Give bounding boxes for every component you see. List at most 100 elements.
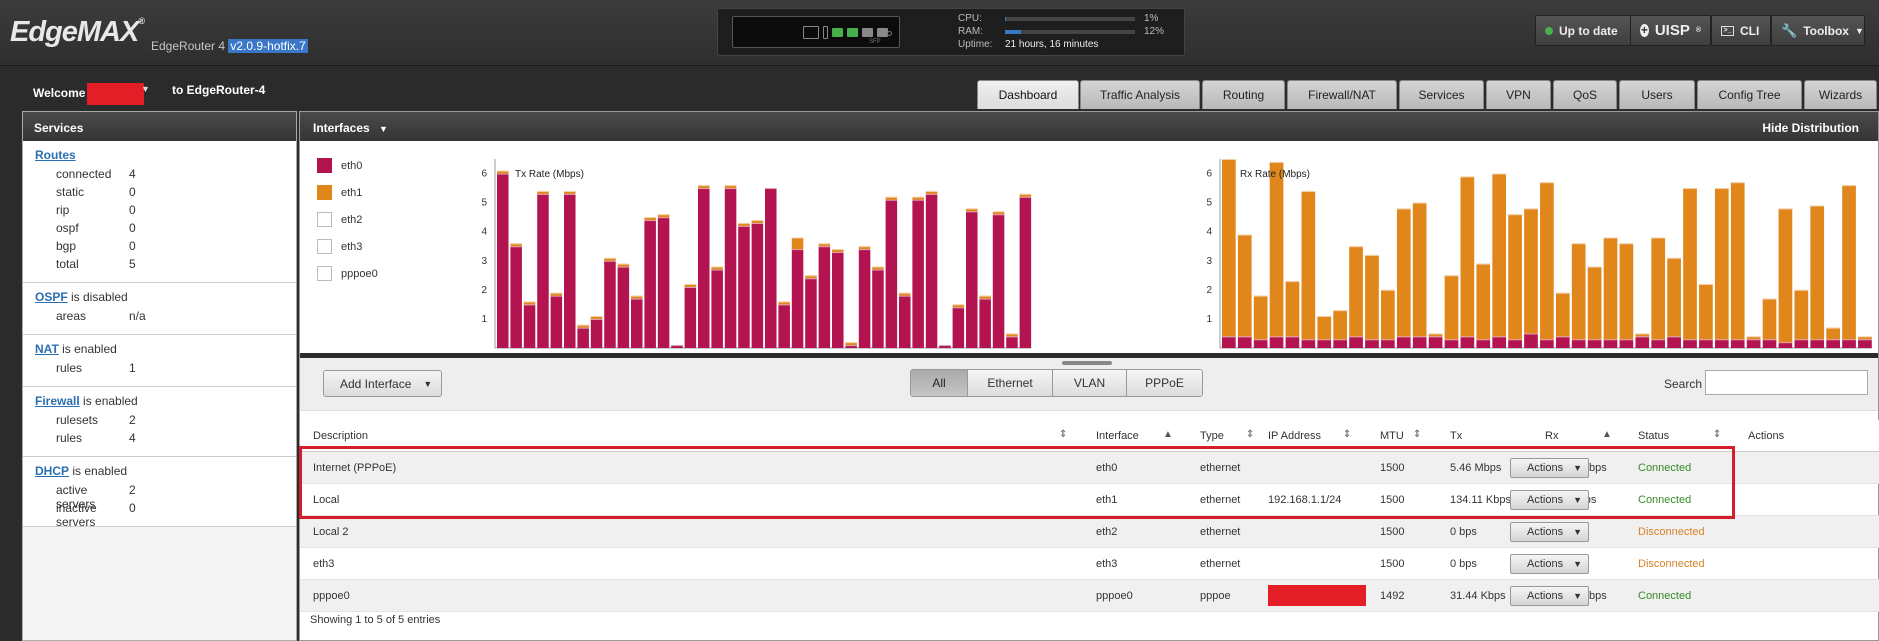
y-tick-label: 5	[481, 198, 487, 209]
column-tx[interactable]: Tx	[1450, 430, 1462, 442]
chevron-down-icon[interactable]: ▼	[379, 124, 388, 134]
bar-top-edge	[1237, 234, 1252, 236]
bar-top-edge	[1333, 339, 1347, 341]
tab-routing[interactable]: Routing	[1202, 80, 1285, 109]
column-interface[interactable]: Interface	[1096, 430, 1139, 442]
filter-ethernet[interactable]: Ethernet	[968, 370, 1053, 396]
bar-top-edge	[711, 269, 723, 271]
sort-icon[interactable]: ⇕	[1713, 429, 1721, 440]
actions-button[interactable]: Actions ▼	[1510, 458, 1589, 478]
actions-button[interactable]: Actions ▼	[1510, 554, 1589, 574]
sidebar-row: rip 0	[56, 203, 136, 217]
bar-eth0	[778, 304, 790, 348]
tab-firewall-nat[interactable]: Firewall/NAT	[1287, 80, 1397, 109]
edgemax-logo[interactable]: EdgeMAX®	[10, 16, 145, 49]
bar-eth0	[1540, 339, 1554, 348]
uisp-button[interactable]: + UISP ®	[1630, 15, 1711, 46]
tab-qos[interactable]: QoS	[1553, 80, 1617, 109]
tab-vpn[interactable]: VPN	[1486, 80, 1551, 109]
nat-link[interactable]: NAT	[35, 342, 59, 356]
bar-eth0	[832, 252, 844, 348]
bar-top-edge	[1019, 193, 1032, 195]
tab-traffic-analysis[interactable]: Traffic Analysis	[1080, 80, 1200, 109]
bar-top-edge	[1476, 263, 1491, 265]
ospf-link[interactable]: OSPF	[35, 290, 68, 304]
sort-asc-icon[interactable]: ▲	[1602, 429, 1612, 440]
column-description[interactable]: Description	[313, 430, 368, 442]
sort-icon[interactable]: ⇕	[1343, 429, 1351, 440]
y-tick-label: 3	[481, 256, 487, 267]
bar-top-edge	[644, 217, 656, 219]
welcome-device: to EdgeRouter-4	[172, 83, 266, 97]
bar-eth0	[590, 318, 603, 348]
bar-eth0	[899, 295, 911, 348]
bar-eth0	[577, 327, 589, 348]
bar-top-edge	[966, 208, 978, 210]
cell-status: Connected	[1638, 590, 1692, 602]
up-to-date-button[interactable]: Up to date	[1535, 15, 1641, 46]
wrench-icon: 🔧	[1781, 22, 1798, 38]
sort-icon[interactable]: ⇕	[1246, 429, 1254, 440]
legend-item-eth0[interactable]: eth0	[317, 158, 362, 173]
interfaces-title[interactable]: Interfaces	[313, 121, 370, 135]
sort-icon[interactable]: ⇕	[1059, 429, 1067, 440]
bar-eth1	[1269, 161, 1284, 337]
table-row[interactable]: Local 2eth2ethernet15000 bps0 bpsDisconn…	[300, 516, 1879, 548]
column-type[interactable]: Type	[1200, 430, 1224, 442]
actions-button[interactable]: Actions ▼	[1510, 522, 1589, 542]
legend-item-eth1[interactable]: eth1	[317, 185, 362, 200]
sidebar-row: total 5	[56, 257, 136, 271]
usb-port-icon	[823, 26, 828, 39]
bar-top-edge	[1667, 336, 1681, 338]
table-row[interactable]: Internet (PPPoE) eth0 ethernet 1500 5.46 Mbp…	[300, 452, 1879, 484]
dhcp-link[interactable]: DHCP	[35, 464, 69, 478]
filter-pppoe[interactable]: PPPoE	[1127, 370, 1202, 396]
bar-top-edge	[952, 307, 965, 309]
bar-top-edge	[1794, 289, 1809, 291]
actions-button[interactable]: Actions ▼	[1510, 586, 1589, 606]
cli-button[interactable]: >_ CLI	[1711, 15, 1771, 46]
bar-top-edge	[1587, 339, 1602, 341]
bar-top-edge	[1396, 208, 1411, 210]
hide-distribution-link[interactable]: Hide Distribution	[1762, 121, 1859, 135]
chart-resize-handle[interactable]	[1062, 361, 1112, 365]
legend-item-pppoe0[interactable]: pppoe0	[317, 266, 378, 281]
column-ip-address[interactable]: IP Address	[1268, 430, 1321, 442]
search-input[interactable]	[1705, 370, 1868, 395]
add-interface-button[interactable]: Add Interface ▼	[323, 370, 442, 397]
bar-eth1	[1508, 214, 1522, 340]
tab-services[interactable]: Services	[1399, 80, 1484, 109]
tab-dashboard[interactable]: Dashboard	[977, 80, 1079, 109]
bar-eth0	[818, 246, 831, 348]
routes-link[interactable]: Routes	[35, 148, 76, 162]
firewall-link[interactable]: Firewall	[35, 394, 80, 408]
table-row[interactable]: eth3eth3ethernet15000 bps0 bpsDisconnect…	[300, 548, 1879, 580]
bar-top-edge	[1349, 336, 1363, 338]
sidebar-row: rules 4	[56, 431, 136, 445]
tab-config-tree[interactable]: Config Tree	[1697, 80, 1802, 109]
tab-users[interactable]: Users	[1619, 80, 1695, 109]
sort-asc-icon[interactable]: ▲	[1163, 429, 1173, 440]
legend-item-eth2[interactable]: eth2	[317, 212, 362, 227]
bar-top-edge	[684, 284, 697, 286]
user-menu-chevron-icon[interactable]: ▼	[141, 84, 150, 94]
bar-eth0	[1349, 336, 1363, 348]
column-mtu[interactable]: MTU	[1380, 430, 1404, 442]
column-rx[interactable]: Rx	[1545, 430, 1558, 442]
toolbox-button[interactable]: 🔧 Toolbox ▼	[1771, 15, 1865, 46]
filter-vlan[interactable]: VLAN	[1053, 370, 1127, 396]
bar-eth0	[510, 246, 522, 348]
actions-button[interactable]: Actions ▼	[1510, 490, 1589, 510]
legend-item-eth3[interactable]: eth3	[317, 239, 362, 254]
bar-top-edge	[765, 188, 777, 190]
bar-eth0	[1492, 336, 1507, 348]
table-row[interactable]: Local eth1 ethernet 192.168.1.1/24 1500 134.1…	[300, 484, 1879, 516]
dhcp-section: DHCP is enabled active servers 2 inactive…	[23, 457, 296, 529]
filter-all[interactable]: All	[911, 370, 968, 396]
sort-icon[interactable]: ⇕	[1413, 429, 1421, 440]
column-status[interactable]: Status	[1638, 430, 1669, 442]
tab-wizards[interactable]: Wizards	[1804, 80, 1877, 109]
table-body: Internet (PPPoE) eth0 ethernet 1500 5.46 Mbp…	[300, 452, 1879, 612]
table-row[interactable]: pppoe0pppoe0pppoe149231.44 Kbps247.62 Kb…	[300, 580, 1879, 612]
welcome-text: Welcome	[33, 83, 145, 105]
